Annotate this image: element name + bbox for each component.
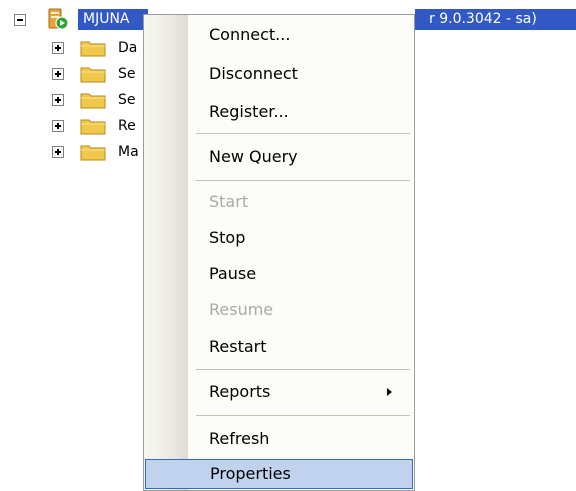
folder-icon [80,67,106,83]
server-version-text: r 9.0.3042 - sa) [429,11,537,27]
menu-item-label: New Query [209,147,298,166]
folder-icon [80,145,106,161]
menu-separator [196,180,410,181]
menu-item-label: Refresh [209,429,270,448]
menu-item-connect[interactable]: Connect... [144,20,414,50]
menu-separator [196,415,410,416]
menu-item-register[interactable]: Register... [144,97,414,127]
server-running-icon [48,8,69,30]
menu-item-label: Properties [210,464,291,483]
menu-item-label: Stop [209,228,246,247]
menu-separator [196,369,410,370]
menu-item-start: Start [144,187,414,217]
server-node-label-tail[interactable]: r 9.0.3042 - sa) [415,9,576,30]
expand-databases-icon[interactable] [52,42,64,54]
folder-icon [80,93,106,109]
server-node-label[interactable]: MJUNA [78,9,148,30]
server-node-label-text: MJUNA [83,11,130,27]
context-menu: Connect... Disconnect Register... New Qu… [143,14,415,491]
menu-item-label: Resume [209,300,274,319]
menu-item-label: Reports [209,382,271,401]
menu-item-label: Restart [209,337,267,356]
menu-item-pause[interactable]: Pause [144,259,414,289]
menu-item-stop[interactable]: Stop [144,223,414,253]
menu-separator [196,133,410,134]
menu-item-new-query[interactable]: New Query [144,142,414,172]
menu-item-label: Start [209,192,249,211]
expand-management-icon[interactable] [52,146,64,158]
menu-item-label: Pause [209,264,257,283]
menu-item-properties[interactable]: Properties [145,459,413,489]
menu-item-label: Disconnect [209,64,298,83]
expand-replication-icon[interactable] [52,120,64,132]
menu-item-label: Register... [209,102,289,121]
menu-item-label: Connect... [209,25,291,44]
menu-item-disconnect[interactable]: Disconnect [144,59,414,89]
expand-security-icon[interactable] [52,68,64,80]
menu-item-restart[interactable]: Restart [144,332,414,362]
menu-item-resume: Resume [144,295,414,325]
menu-item-refresh[interactable]: Refresh [144,424,414,454]
submenu-arrow-icon [387,388,392,396]
expand-server-objects-icon[interactable] [52,94,64,106]
menu-item-reports[interactable]: Reports [144,377,414,407]
folder-icon [80,119,106,135]
folder-icon [80,41,106,57]
collapse-root-icon[interactable] [14,14,26,26]
